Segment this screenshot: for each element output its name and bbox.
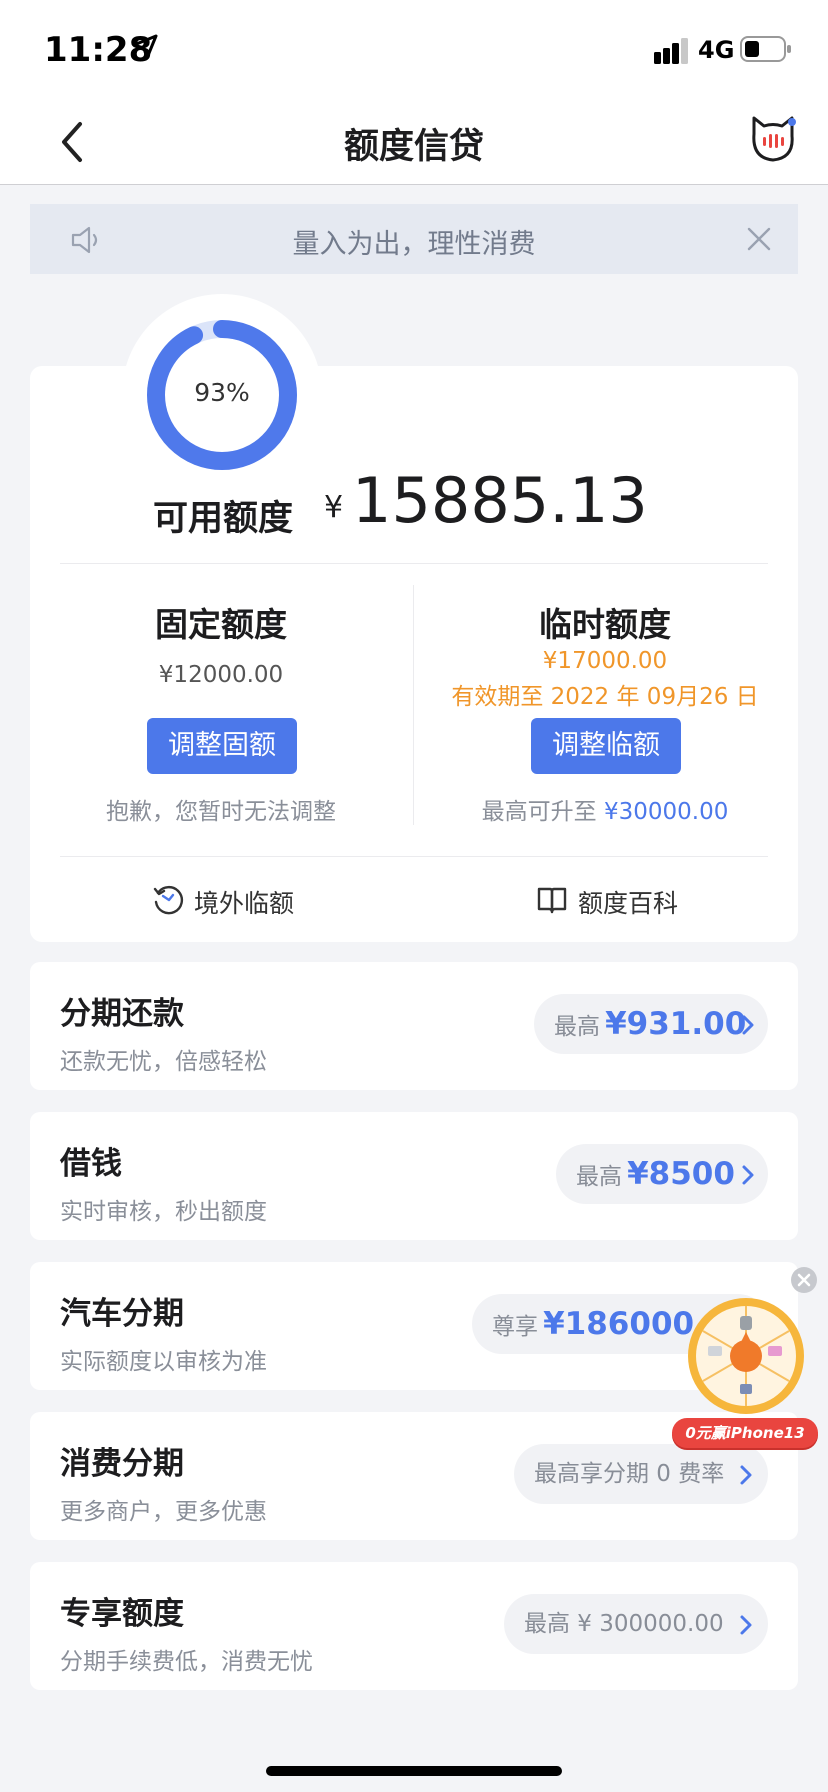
close-icon[interactable] — [746, 226, 772, 252]
available-credit-value: 15885.13 — [352, 464, 648, 537]
product-title: 借钱 — [60, 1146, 122, 1182]
fixed-quota-amount: ¥12000.00 — [158, 662, 284, 688]
pill-prefix: 尊享 — [492, 1314, 538, 1340]
pill-prefix: 最高 — [554, 1014, 600, 1040]
quota-encyclopedia-label: 额度百科 — [578, 889, 679, 918]
status-bar: 11:28 4G — [0, 0, 828, 100]
product-title: 消费分期 — [60, 1446, 184, 1482]
temporary-quota-max-value: ¥30000.00 — [603, 799, 729, 825]
promo-banner[interactable]: 0元赢iPhone13 — [672, 1418, 818, 1448]
page-title: 额度信贷 — [343, 127, 484, 167]
product-rate-pill[interactable]: 最高享分期 0 费率 — [514, 1444, 768, 1504]
pill-text: 最高 ¥ 300000.00 — [524, 1611, 724, 1637]
product-title: 分期还款 — [60, 996, 184, 1032]
navigation-bar: 额度信贷 — [0, 100, 828, 185]
pill-text: 最高享分期 0 费率 — [534, 1461, 725, 1487]
pill-value: ¥8500 — [627, 1156, 735, 1192]
location-arrow-icon — [132, 34, 158, 60]
chevron-right-icon — [742, 1015, 754, 1035]
product-subtitle: 实际额度以审核为准 — [60, 1349, 267, 1375]
signal-icon — [654, 38, 688, 64]
divider — [60, 563, 768, 564]
adjust-fixed-quota-button[interactable]: 调整固额 — [147, 718, 297, 774]
product-subtitle: 分期手续费低，消费无忧 — [60, 1649, 313, 1675]
usage-percent-label: 93% — [194, 378, 250, 407]
pill-value: ¥931.00 — [605, 1006, 747, 1042]
product-subtitle: 实时审核，秒出额度 — [60, 1199, 267, 1225]
quota-encyclopedia-link[interactable]: 额度百科 — [536, 878, 686, 922]
chevron-right-icon — [740, 1615, 752, 1635]
product-subtitle: 还款无忧，倍感轻松 — [60, 1049, 267, 1075]
product-card-car-installment[interactable]: 汽车分期 实际额度以审核为准 尊享 ¥186000.0 — [30, 1262, 798, 1390]
adjust-temporary-quota-button[interactable]: 调整临额 — [531, 718, 681, 774]
product-subtitle: 更多商户，更多优惠 — [60, 1499, 267, 1525]
close-icon[interactable] — [790, 1266, 818, 1294]
temporary-quota-amount: ¥17000.00 — [542, 648, 668, 674]
temporary-quota-note: 最高可升至 ¥30000.00 — [444, 792, 766, 826]
chevron-right-icon — [740, 1465, 752, 1485]
chevron-right-icon — [742, 1165, 754, 1185]
product-quota-pill[interactable]: 最高 ¥ 300000.00 — [504, 1594, 768, 1654]
cat-mascot-icon[interactable] — [748, 114, 798, 164]
temporary-quota-note-prefix: 最高可升至 — [481, 799, 597, 825]
overseas-quota-link[interactable]: 境外临额 — [152, 878, 302, 922]
temporary-quota-validity: 有效期至 2022 年 09月26 日 — [451, 684, 759, 710]
product-quota-pill[interactable]: 最高 ¥8500 — [556, 1144, 768, 1204]
divider — [60, 856, 768, 857]
overseas-quota-label: 境外临额 — [194, 889, 295, 918]
product-title: 汽车分期 — [60, 1296, 184, 1332]
temporary-quota-title: 临时额度 — [539, 605, 671, 644]
notice-text: 量入为出，理性消费 — [292, 229, 536, 260]
product-card-installment-repayment[interactable]: 分期还款 还款无忧，倍感轻松 最高 ¥931.00 — [30, 962, 798, 1090]
fixed-quota-note: 抱歉，您暂时无法调整 — [106, 799, 336, 825]
prize-wheel-icon[interactable] — [686, 1296, 806, 1416]
book-icon — [537, 887, 567, 914]
column-divider — [413, 585, 414, 825]
overseas-quota-icon — [153, 886, 183, 915]
home-indicator — [266, 1766, 562, 1776]
available-credit-label: 可用额度 — [153, 499, 294, 539]
notice-bar: 量入为出，理性消费 — [30, 204, 798, 274]
product-card-exclusive-quota[interactable]: 专享额度 分期手续费低，消费无忧 最高 ¥ 300000.00 — [30, 1562, 798, 1690]
battery-icon — [740, 36, 791, 62]
network-type: 4G — [698, 36, 735, 64]
fixed-quota-title: 固定额度 — [155, 605, 287, 644]
product-title: 专享额度 — [60, 1596, 184, 1632]
pill-prefix: 最高 — [576, 1164, 622, 1190]
product-quota-pill[interactable]: 最高 ¥931.00 — [534, 994, 768, 1054]
available-credit-currency: ¥ — [324, 490, 344, 525]
product-card-borrow-money[interactable]: 借钱 实时审核，秒出额度 最高 ¥8500 — [30, 1112, 798, 1240]
